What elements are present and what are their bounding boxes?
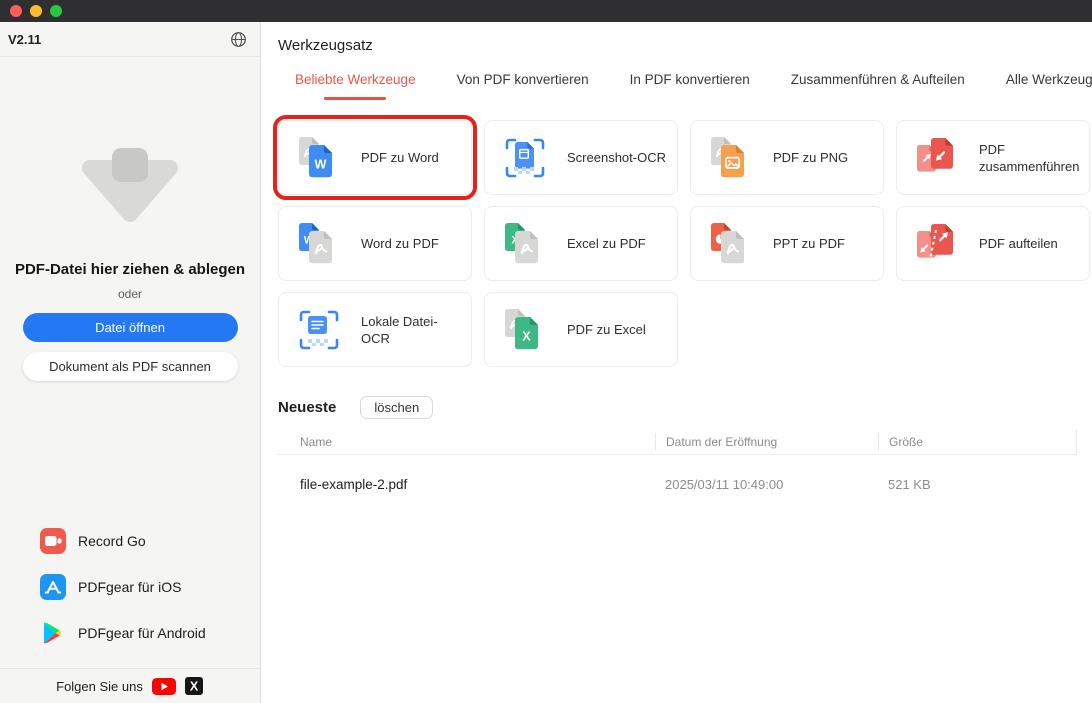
svg-text:W: W xyxy=(315,157,327,171)
follow-label: Folgen Sie uns xyxy=(56,679,143,694)
recent-header: Neueste löschen xyxy=(278,396,433,419)
scan-document-button[interactable]: Dokument als PDF scannen xyxy=(23,352,238,381)
main-content: Werkzeugsatz Beliebte Werkzeuge Von PDF k… xyxy=(262,22,1092,703)
tool-label: Lokale Datei-OCR xyxy=(361,313,471,347)
tool-card-word-zu-pdf[interactable]: W Word zu PDF xyxy=(278,206,472,281)
pdf-split-icon xyxy=(915,222,959,266)
close-window-button[interactable] xyxy=(10,5,22,17)
x-icon[interactable]: X xyxy=(185,677,203,695)
tool-label: Excel zu PDF xyxy=(567,235,652,252)
dropzone-title: PDF-Datei hier ziehen & ablegen xyxy=(0,261,260,278)
clear-recent-button[interactable]: löschen xyxy=(360,396,433,419)
tool-card-excel-zu-pdf[interactable]: X Excel zu PDF xyxy=(484,206,678,281)
page-title: Werkzeugsatz xyxy=(278,37,373,54)
dropzone-or-label: oder xyxy=(0,287,260,301)
tool-label: PDF zu Excel xyxy=(567,321,652,338)
tool-card-pdf-zu-excel[interactable]: X PDF zu Excel xyxy=(484,292,678,367)
ppt-to-pdf-icon xyxy=(709,222,753,266)
tool-tabs: Beliebte Werkzeuge Von PDF konvertieren In… xyxy=(295,72,1092,100)
recent-file-name: file-example-2.pdf xyxy=(278,477,655,492)
tool-label: Screenshot-OCR xyxy=(567,149,672,166)
minimize-window-button[interactable] xyxy=(30,5,42,17)
screenshot-ocr-icon xyxy=(503,136,547,180)
tab-zusammenführen-aufteilen[interactable]: Zusammenführen & Aufteilen xyxy=(791,72,965,100)
tab-alle-werkzeuge[interactable]: Alle Werkzeuge xyxy=(1006,72,1092,100)
tool-card-screenshot-ocr[interactable]: Screenshot-OCR xyxy=(484,120,678,195)
sidebar-link-label: PDFgear für iOS xyxy=(78,579,181,595)
recent-rows: file-example-2.pdf2025/03/11 10:49:00521… xyxy=(278,455,1077,513)
sidebar-link-label: Record Go xyxy=(78,533,146,549)
recent-table-header: Name Datum der Eröffnung Größe xyxy=(278,430,1077,455)
tool-grid: W PDF zu Word Screenshot-OCR PDF zu PNG P… xyxy=(278,120,1090,367)
recent-title: Neueste xyxy=(278,399,336,416)
column-header-name: Name xyxy=(278,433,655,451)
tool-label: PDF zu Word xyxy=(361,149,445,166)
pdf-to-word-icon: W xyxy=(297,136,341,180)
tool-card-pdf-zusammenführen[interactable]: PDF zusammenführen xyxy=(896,120,1090,195)
zoom-window-button[interactable] xyxy=(50,5,62,17)
tool-card-pdf-zu-png[interactable]: PDF zu PNG xyxy=(690,120,884,195)
column-header-size: Größe xyxy=(878,433,1077,451)
app-version: V2.11 xyxy=(8,32,41,47)
svg-text:X: X xyxy=(190,679,199,693)
tool-label: Word zu PDF xyxy=(361,235,445,252)
recent-file-date: 2025/03/11 10:49:00 xyxy=(655,477,878,492)
youtube-icon[interactable] xyxy=(152,678,176,695)
app-store-icon xyxy=(40,574,66,600)
local-ocr-icon xyxy=(297,308,341,352)
sidebar-link-label: PDFgear für Android xyxy=(78,625,206,641)
tool-label: PDF aufteilen xyxy=(979,235,1064,252)
tab-in-pdf-konvertieren[interactable]: In PDF konvertieren xyxy=(630,72,750,100)
tool-card-pdf-aufteilen[interactable]: PDF aufteilen xyxy=(896,206,1090,281)
pdfgear-window: V2.11 PDF-Datei hier ziehen & ablegen od… xyxy=(0,0,1092,703)
recent-table: Name Datum der Eröffnung Größe file-exam… xyxy=(278,430,1077,513)
drop-arrow-icon xyxy=(78,142,182,233)
pdf-dropzone[interactable]: PDF-Datei hier ziehen & ablegen oder Dat… xyxy=(0,142,260,381)
tab-von-pdf-konvertieren[interactable]: Von PDF konvertieren xyxy=(457,72,589,100)
follow-bar: Folgen Sie uns X xyxy=(0,668,259,703)
word-to-pdf-icon: W xyxy=(297,222,341,266)
excel-to-pdf-icon: X xyxy=(503,222,547,266)
sidebar-link-pdfgear-für-ios[interactable]: PDFgear für iOS xyxy=(40,574,206,600)
open-file-button[interactable]: Datei öffnen xyxy=(23,313,238,342)
column-header-date: Datum der Eröffnung xyxy=(655,433,878,451)
tool-card-ppt-zu-pdf[interactable]: PPT zu PDF xyxy=(690,206,884,281)
recent-file-row[interactable]: file-example-2.pdf2025/03/11 10:49:00521… xyxy=(278,455,1077,513)
pdf-to-png-icon xyxy=(709,136,753,180)
pdf-merge-icon xyxy=(915,136,959,180)
tab-beliebte-werkzeuge[interactable]: Beliebte Werkzeuge xyxy=(295,72,416,100)
svg-text:X: X xyxy=(522,329,531,343)
tool-label: PPT zu PDF xyxy=(773,235,851,252)
titlebar xyxy=(0,0,1092,22)
sidebar: V2.11 PDF-Datei hier ziehen & ablegen od… xyxy=(0,22,261,703)
language-globe-icon[interactable] xyxy=(228,29,248,49)
tool-card-pdf-zu-word[interactable]: W PDF zu Word xyxy=(278,120,472,195)
tool-card-lokale-datei-ocr[interactable]: Lokale Datei-OCR xyxy=(278,292,472,367)
sidebar-link-pdfgear-für-android[interactable]: PDFgear für Android xyxy=(40,620,206,646)
google-play-icon xyxy=(40,620,66,646)
tool-label: PDF zusammenführen xyxy=(979,141,1089,175)
sidebar-links: Record Go PDFgear für iOS PDFgear für Andr… xyxy=(40,528,206,666)
tool-label: PDF zu PNG xyxy=(773,149,854,166)
recent-file-size: 521 KB xyxy=(878,477,1077,492)
record-go-icon xyxy=(40,528,66,554)
sidebar-link-record-go[interactable]: Record Go xyxy=(40,528,206,554)
sidebar-header: V2.11 xyxy=(0,22,260,57)
pdf-to-excel-icon: X xyxy=(503,308,547,352)
